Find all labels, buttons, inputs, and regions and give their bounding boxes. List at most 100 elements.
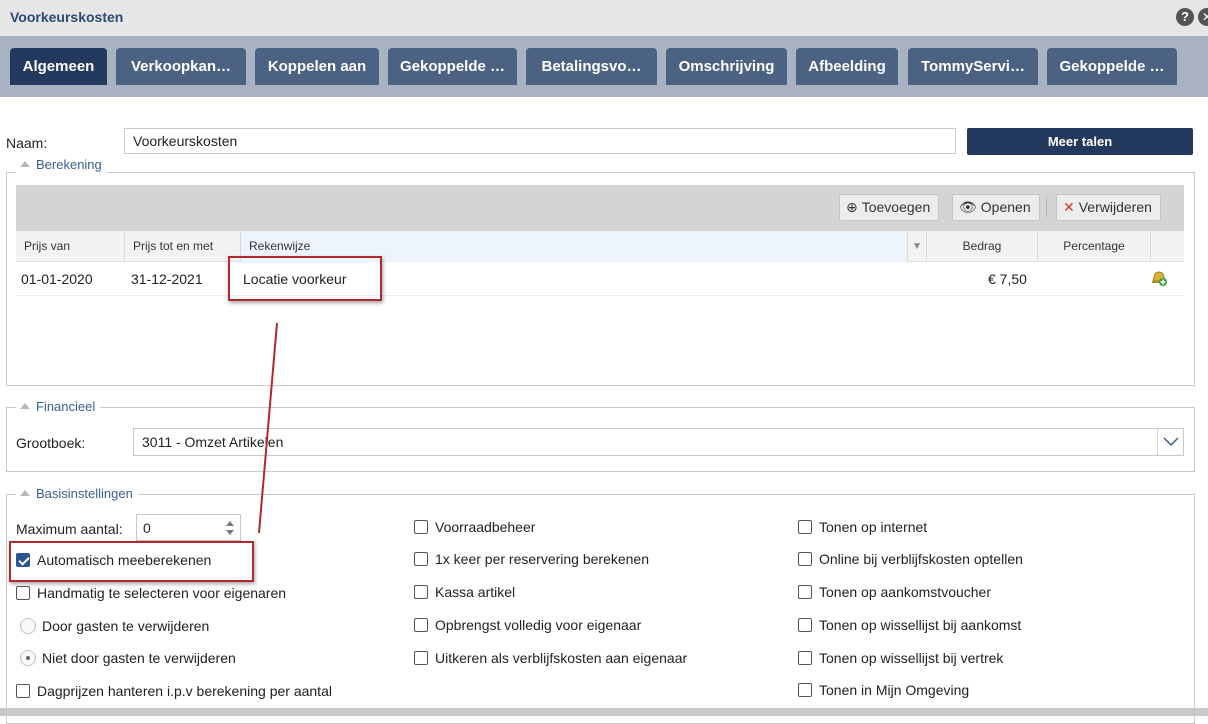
add-button-label: Toevoegen — [861, 199, 931, 215]
financieel-legend-label: Financieel — [36, 399, 96, 414]
checkbox-icon[interactable] — [16, 684, 30, 698]
checkbox-icon[interactable] — [798, 520, 812, 534]
checkbox-kassa-artikel[interactable]: Kassa artikel — [414, 582, 515, 602]
tab-koppelen-aan[interactable]: Koppelen aan — [255, 48, 379, 85]
checkbox-1x-per-reservering[interactable]: 1x keer per reservering berekenen — [414, 549, 649, 569]
add-button[interactable]: ⊕ Toevoegen — [839, 194, 940, 221]
checkbox-opbrengst-eigenaar[interactable]: Opbrengst volledig voor eigenaar — [414, 615, 641, 635]
max-amount-label: Maximum aantal: — [16, 521, 123, 537]
help-icon[interactable]: ? — [1176, 8, 1194, 26]
checkbox-label: Dagprijzen hanteren i.p.v berekening per… — [37, 683, 332, 699]
cell-prijs-van: 01-01-2020 — [21, 271, 93, 287]
checkbox-label: Kassa artikel — [435, 584, 516, 600]
radio-label: Door gasten te verwijderen — [42, 618, 210, 634]
bell-add-icon[interactable] — [1149, 268, 1169, 291]
checkbox-label: Uitkeren als verblijfskosten aan eigenaa… — [435, 650, 688, 666]
checkbox-label: Online bij verblijfskosten optellen — [819, 551, 1023, 567]
col-bedrag[interactable]: Bedrag — [927, 231, 1038, 262]
name-label: Naam: — [6, 135, 48, 151]
financieel-legend[interactable]: Financieel — [16, 399, 101, 415]
checkbox-icon[interactable] — [798, 651, 812, 665]
tab-verkoopkanalen[interactable]: Verkoopkan… — [116, 48, 246, 85]
checkbox-dagprijzen[interactable]: Dagprijzen hanteren i.p.v berekening per… — [16, 681, 332, 701]
toolbar-divider — [1046, 197, 1047, 217]
chevron-down-icon[interactable] — [1157, 429, 1183, 455]
berekening-legend-label: Berekening — [36, 157, 102, 172]
max-amount-value: 0 — [143, 520, 151, 536]
checkbox-label: Tonen op internet — [819, 519, 928, 535]
checkbox-icon[interactable] — [414, 618, 428, 632]
spin-down-icon[interactable] — [226, 530, 234, 535]
checkbox-icon[interactable] — [414, 520, 428, 534]
window-title: Voorkeurskosten — [10, 9, 124, 25]
checkbox-wissellijst-aankomst[interactable]: Tonen op wissellijst bij aankomst — [798, 615, 1021, 635]
checkbox-online-verblijfskosten[interactable]: Online bij verblijfskosten optellen — [798, 549, 1023, 569]
bottom-bar — [0, 708, 1208, 716]
checkbox-label: Tonen op aankomstvoucher — [819, 584, 991, 600]
radio-label: Niet door gasten te verwijderen — [42, 650, 236, 666]
checkbox-uitkeren-verblijfskosten[interactable]: Uitkeren als verblijfskosten aan eigenaa… — [414, 648, 687, 668]
checkbox-tonen-internet[interactable]: Tonen op internet — [798, 517, 927, 537]
plus-circle-icon: ⊕ — [846, 199, 858, 215]
checkbox-icon[interactable] — [414, 585, 428, 599]
col-menu-arrow-icon[interactable]: ▼ — [908, 231, 927, 262]
tab-algemeen[interactable]: Algemeen — [10, 48, 107, 85]
more-languages-button[interactable]: Meer talen — [967, 128, 1193, 155]
checkbox-icon[interactable] — [414, 552, 428, 566]
ledger-label: Grootboek: — [16, 435, 86, 451]
eye-icon: 👁 — [959, 199, 977, 215]
cell-bedrag: € 7,50 — [988, 271, 1027, 287]
berekening-legend[interactable]: Berekening — [16, 157, 107, 173]
radio-checked-icon[interactable] — [20, 650, 36, 666]
ledger-select[interactable]: 3011 - Omzet Artikelen — [133, 428, 1184, 456]
ledger-value: 3011 - Omzet Artikelen — [142, 434, 284, 450]
checkbox-icon[interactable] — [798, 585, 812, 599]
checkbox-handmatig[interactable]: Handmatig te selecteren voor eigenaren — [16, 583, 286, 603]
row-divider — [16, 295, 1184, 296]
tab-omschrijving[interactable]: Omschrijving — [666, 48, 787, 85]
checkbox-wissellijst-vertrek[interactable]: Tonen op wissellijst bij vertrek — [798, 648, 1003, 668]
checkbox-icon[interactable] — [798, 552, 812, 566]
checkbox-voorraadbeheer[interactable]: Voorraadbeheer — [414, 517, 535, 537]
checkbox-mijn-omgeving[interactable]: Tonen in Mijn Omgeving — [798, 680, 969, 700]
tab-tommyservice[interactable]: TommyServi… — [908, 48, 1038, 85]
tab-gekoppelde-1[interactable]: Gekoppelde … — [388, 48, 517, 85]
col-prijs-van[interactable]: Prijs van — [16, 231, 125, 262]
tab-afbeelding[interactable]: Afbeelding — [796, 48, 898, 85]
tab-gekoppelde-2[interactable]: Gekoppelde … — [1047, 48, 1177, 85]
checkbox-label: Tonen in Mijn Omgeving — [819, 682, 970, 698]
checkbox-icon[interactable] — [414, 651, 428, 665]
checkbox-icon[interactable] — [16, 586, 30, 600]
checkbox-label: Handmatig te selecteren voor eigenaren — [37, 585, 287, 601]
checkbox-label: Voorraadbeheer — [435, 519, 536, 535]
collapse-icon — [20, 490, 30, 496]
open-button[interactable]: 👁 Openen — [952, 194, 1040, 221]
max-amount-stepper[interactable]: 0 — [136, 514, 241, 541]
spin-up-icon[interactable] — [226, 521, 234, 526]
collapse-icon — [20, 403, 30, 409]
checkbox-label: Tonen op wissellijst bij vertrek — [819, 650, 1004, 666]
tab-bar: Algemeen Verkoopkan… Koppelen aan Gekopp… — [0, 36, 1208, 97]
radio-niet-door-gasten[interactable]: Niet door gasten te verwijderen — [20, 648, 236, 668]
tab-betalingsvoorwaarden[interactable]: Betalingsvo… — [526, 48, 657, 85]
delete-button[interactable]: ✕ Verwijderen — [1056, 194, 1161, 221]
radio-icon[interactable] — [20, 618, 36, 634]
delete-x-icon: ✕ — [1063, 199, 1075, 215]
highlight-rekenwijze — [228, 256, 382, 301]
checkbox-icon[interactable] — [798, 618, 812, 632]
checkbox-label: Opbrengst volledig voor eigenaar — [435, 617, 642, 633]
title-bar: Voorkeurskosten ? ✕ — [0, 0, 1208, 36]
name-input[interactable]: Voorkeurskosten — [124, 128, 956, 154]
close-icon[interactable]: ✕ — [1198, 8, 1208, 26]
delete-button-label: Verwijderen — [1078, 199, 1152, 215]
checkbox-aankomstvoucher[interactable]: Tonen op aankomstvoucher — [798, 582, 991, 602]
basis-legend[interactable]: Basisinstellingen — [16, 486, 138, 502]
highlight-automatisch — [9, 541, 254, 582]
checkbox-label: 1x keer per reservering berekenen — [435, 551, 650, 567]
collapse-icon — [20, 161, 30, 167]
col-prijs-tot[interactable]: Prijs tot en met — [125, 231, 241, 262]
col-percentage[interactable]: Percentage — [1038, 231, 1151, 262]
checkbox-label: Tonen op wissellijst bij aankomst — [819, 617, 1022, 633]
radio-door-gasten[interactable]: Door gasten te verwijderen — [20, 616, 209, 636]
checkbox-icon[interactable] — [798, 683, 812, 697]
